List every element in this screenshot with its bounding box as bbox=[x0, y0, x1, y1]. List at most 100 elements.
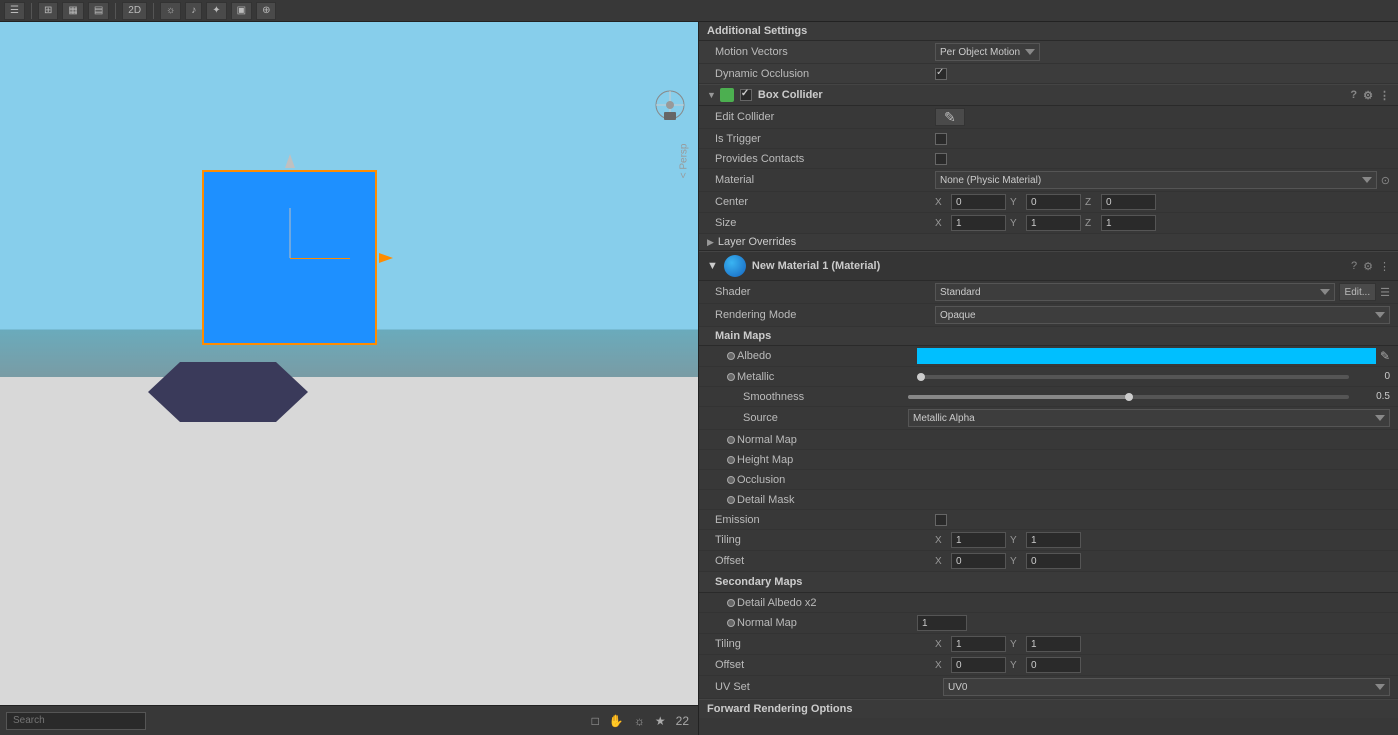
camera-orientation-gizmo[interactable] bbox=[652, 87, 688, 143]
sec-offset-x-input[interactable] bbox=[951, 657, 1006, 673]
scene-icon-number[interactable]: 22 bbox=[673, 713, 692, 729]
grid-btn[interactable]: ⊞ bbox=[38, 2, 58, 20]
material-sphere-icon bbox=[724, 255, 746, 277]
dynamic-occlusion-row: Dynamic Occlusion bbox=[699, 64, 1398, 84]
scene-icon-hand[interactable]: ✋ bbox=[606, 713, 627, 729]
box-collider-help-icon[interactable]: ? bbox=[1350, 89, 1357, 102]
offset-x-input[interactable] bbox=[951, 553, 1006, 569]
albedo-color-swatch[interactable] bbox=[917, 348, 1376, 364]
material-actions: ? ⚙ ⋮ bbox=[1351, 260, 1390, 273]
material-arrow[interactable]: ▼ bbox=[707, 260, 718, 272]
offset-y-label: Y bbox=[1010, 556, 1022, 567]
smoothness-row: Smoothness 0.5 bbox=[699, 387, 1398, 407]
metallic-slider-container: 0 bbox=[917, 371, 1390, 382]
box-collider-arrow[interactable]: ▼ bbox=[707, 90, 716, 100]
provides-contacts-checkbox[interactable] bbox=[935, 153, 947, 165]
audio-btn[interactable]: ♪ bbox=[185, 2, 202, 20]
persp-label: < Persp bbox=[679, 144, 690, 179]
scene-icon-star[interactable]: ★ bbox=[652, 713, 669, 729]
sec-tiling-y-input[interactable] bbox=[1026, 636, 1081, 652]
box-collider-more-icon[interactable]: ⋮ bbox=[1379, 89, 1390, 102]
offset-x-label: X bbox=[935, 556, 947, 567]
material-settings-icon[interactable]: ⚙ bbox=[1363, 260, 1373, 273]
scene-camera-btn[interactable]: ▣ bbox=[231, 2, 252, 20]
rendering-mode-select[interactable]: Opaque bbox=[935, 306, 1390, 324]
scene-icon-light[interactable]: ☼ bbox=[631, 713, 648, 729]
occlusion-dot bbox=[727, 476, 735, 484]
fx-btn[interactable]: ✦ bbox=[206, 2, 226, 20]
material-physic-circle-btn[interactable]: ⊙ bbox=[1381, 174, 1390, 187]
offset-row: Offset X Y bbox=[699, 551, 1398, 572]
height-map-label: Height Map bbox=[737, 454, 917, 466]
sec-offset-y-input[interactable] bbox=[1026, 657, 1081, 673]
smoothness-value: 0.5 bbox=[1355, 391, 1390, 402]
top-toolbar: ☰ ⊞ ▦ ▤ 2D ☼ ♪ ✦ ▣ ⊕ bbox=[0, 0, 1398, 22]
layer-overrides-row[interactable]: ▶ Layer Overrides bbox=[699, 234, 1398, 251]
offset-y-input[interactable] bbox=[1026, 553, 1081, 569]
center-x-label: X bbox=[935, 197, 947, 208]
transform-handle-right[interactable] bbox=[379, 253, 393, 263]
sec-tiling-x-input[interactable] bbox=[951, 636, 1006, 652]
tiling-y-input[interactable] bbox=[1026, 532, 1081, 548]
emission-checkbox[interactable] bbox=[935, 514, 947, 526]
shader-list-icon[interactable]: ☰ bbox=[1380, 286, 1390, 299]
uv-set-row: UV Set UV0 bbox=[699, 676, 1398, 699]
stats-btn[interactable]: ▤ bbox=[88, 2, 109, 20]
transform-handle-up[interactable] bbox=[285, 154, 295, 168]
detail-albedo-dot bbox=[727, 599, 735, 607]
tiling-row: Tiling X Y bbox=[699, 530, 1398, 551]
edit-collider-label: Edit Collider bbox=[715, 111, 935, 123]
material-help-icon[interactable]: ? bbox=[1351, 260, 1357, 273]
menu-btn[interactable]: ☰ bbox=[4, 2, 25, 20]
motion-vectors-select[interactable]: Per Object Motion bbox=[935, 43, 1040, 61]
sep3 bbox=[153, 3, 154, 19]
center-y-label: Y bbox=[1010, 197, 1022, 208]
2d-btn[interactable]: 2D bbox=[122, 2, 147, 20]
uv-set-select[interactable]: UV0 bbox=[943, 678, 1390, 696]
gizmo-btn[interactable]: ⊕ bbox=[256, 2, 276, 20]
is-trigger-checkbox[interactable] bbox=[935, 133, 947, 145]
source-label: Source bbox=[743, 412, 908, 424]
box-collider-header: ▼ Box Collider ? ⚙ ⋮ bbox=[699, 84, 1398, 106]
detail-mask-dot bbox=[727, 496, 735, 504]
metallic-slider-thumb[interactable] bbox=[917, 373, 925, 381]
scene-icon-rect[interactable]: □ bbox=[589, 713, 602, 729]
box-collider-enabled-checkbox[interactable] bbox=[740, 89, 752, 101]
box-collider-settings-icon[interactable]: ⚙ bbox=[1363, 89, 1373, 102]
lighting-btn[interactable]: ☼ bbox=[160, 2, 181, 20]
center-y-input[interactable] bbox=[1026, 194, 1081, 210]
shader-edit-button[interactable]: Edit... bbox=[1339, 283, 1377, 301]
smoothness-slider-thumb[interactable] bbox=[1125, 393, 1133, 401]
size-x-input[interactable] bbox=[951, 215, 1006, 231]
albedo-eyedropper-icon[interactable]: ✎ bbox=[1380, 349, 1390, 363]
scene-background[interactable]: < Persp bbox=[0, 22, 698, 705]
motion-vectors-value-container: Per Object Motion bbox=[935, 43, 1390, 61]
smoothness-slider-track[interactable] bbox=[908, 395, 1349, 399]
tiling-x-input[interactable] bbox=[951, 532, 1006, 548]
source-select[interactable]: Metallic Alpha bbox=[908, 409, 1390, 427]
normal-map-dot bbox=[727, 436, 735, 444]
sep2 bbox=[115, 3, 116, 19]
rendering-mode-row: Rendering Mode Opaque bbox=[699, 304, 1398, 327]
shader-select[interactable]: Standard bbox=[935, 283, 1335, 301]
material-more-icon[interactable]: ⋮ bbox=[1379, 260, 1390, 273]
center-x-input[interactable] bbox=[951, 194, 1006, 210]
size-z-input[interactable] bbox=[1101, 215, 1156, 231]
dynamic-occlusion-checkbox[interactable] bbox=[935, 68, 947, 80]
sec-offset-label: Offset bbox=[715, 659, 935, 671]
scene-selected-object[interactable] bbox=[202, 170, 377, 345]
albedo-label: Albedo bbox=[737, 350, 917, 362]
edit-collider-button[interactable]: ✎ bbox=[935, 108, 965, 126]
detail-albedo-label: Detail Albedo x2 bbox=[737, 597, 917, 609]
layer-overrides-label: Layer Overrides bbox=[718, 236, 796, 248]
scene-search-input[interactable] bbox=[6, 712, 146, 730]
layers-btn[interactable]: ▦ bbox=[62, 2, 83, 20]
gizmo-y-axis bbox=[289, 208, 290, 258]
size-y-input[interactable] bbox=[1026, 215, 1081, 231]
center-z-input[interactable] bbox=[1101, 194, 1156, 210]
sec-normal-value-input[interactable] bbox=[917, 615, 967, 631]
metallic-slider-track[interactable] bbox=[917, 375, 1349, 379]
material-physic-select[interactable]: None (Physic Material) bbox=[935, 171, 1377, 189]
metallic-value: 0 bbox=[1355, 371, 1390, 382]
shader-value-container: Standard Edit... ☰ bbox=[935, 283, 1390, 301]
